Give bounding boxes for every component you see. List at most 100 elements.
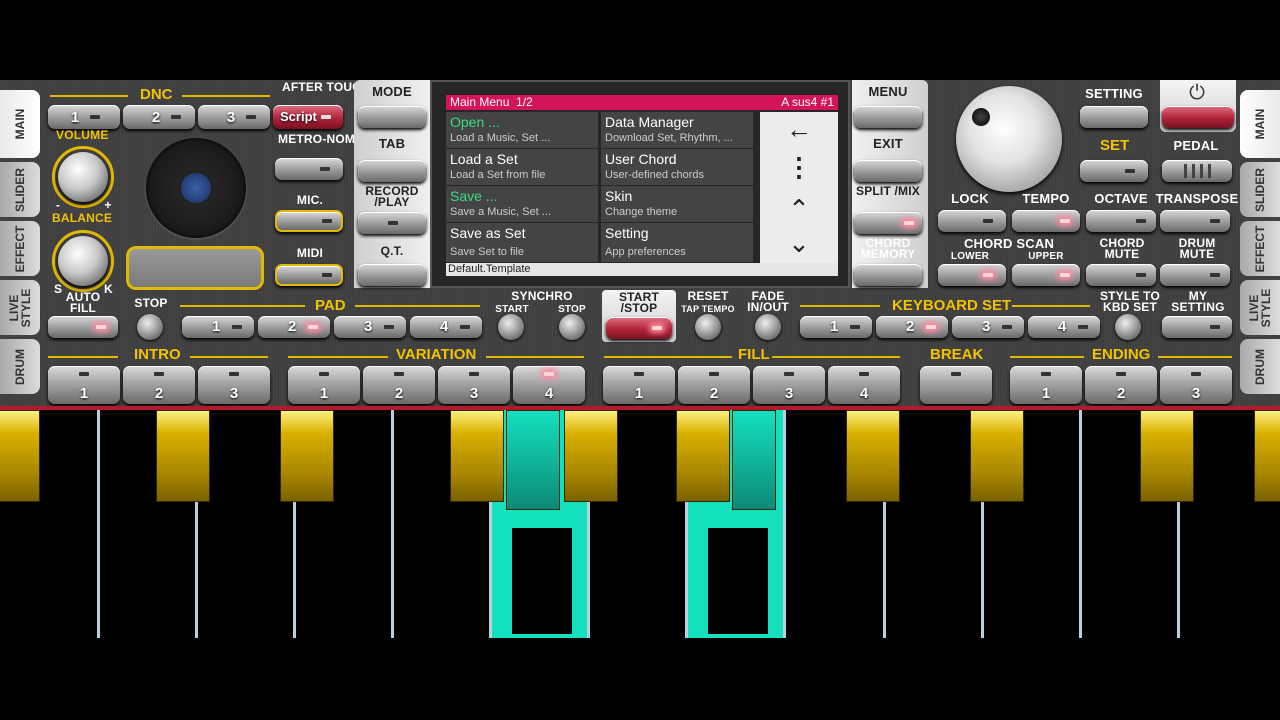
keyboard-set-button-4[interactable]: 4 xyxy=(1028,316,1100,338)
menu-item-setting[interactable]: Setting App preferences xyxy=(601,223,753,262)
variation-button-4[interactable]: 4 xyxy=(513,366,585,404)
script-button[interactable]: Script xyxy=(273,105,343,129)
record-play-button[interactable] xyxy=(358,212,426,234)
setting-button[interactable] xyxy=(1080,106,1148,128)
start-stop-button[interactable] xyxy=(606,317,672,339)
midi-button[interactable] xyxy=(275,264,343,286)
variation-button-3[interactable]: 3 xyxy=(438,366,510,404)
jog-wheel[interactable] xyxy=(146,138,246,238)
intro-button-2[interactable]: 2 xyxy=(123,366,195,404)
tempo-dial[interactable] xyxy=(956,86,1062,192)
tab-button[interactable] xyxy=(358,160,426,182)
volume-knob[interactable] xyxy=(58,152,108,202)
dnc-button-3[interactable]: 3 xyxy=(198,105,270,129)
side-tab-live-style-right[interactable]: LIVE STYLE xyxy=(1240,280,1280,335)
black-key[interactable] xyxy=(846,410,900,502)
chord-scan-lower-button[interactable] xyxy=(938,264,1006,286)
metronome-button[interactable] xyxy=(275,158,343,180)
menu-item-skin[interactable]: Skin Change theme xyxy=(601,186,753,222)
transpose-button[interactable] xyxy=(1160,210,1230,232)
black-key[interactable] xyxy=(1254,410,1280,502)
intro-button-3[interactable]: 3 xyxy=(198,366,270,404)
side-tab-slider-left[interactable]: SLIDER xyxy=(0,162,40,217)
black-key[interactable] xyxy=(450,410,504,502)
back-arrow-icon[interactable]: ← xyxy=(760,116,838,142)
pedal-button[interactable] xyxy=(1162,160,1232,182)
variation-button-2[interactable]: 2 xyxy=(363,366,435,404)
dnc-button-1[interactable]: 1 xyxy=(48,105,120,129)
ending-button-1[interactable]: 1 xyxy=(1010,366,1082,404)
side-tab-main-right[interactable]: MAIN xyxy=(1240,90,1280,158)
side-tab-slider-right[interactable]: SLIDER xyxy=(1240,162,1280,217)
mic-button[interactable] xyxy=(275,210,343,232)
balance-knob[interactable] xyxy=(58,236,108,286)
fill-button-1[interactable]: 1 xyxy=(603,366,675,404)
black-key[interactable] xyxy=(564,410,618,502)
mode-button[interactable] xyxy=(358,106,426,128)
indicator xyxy=(322,219,332,223)
side-tab-effect-left[interactable]: EFFECT xyxy=(0,221,40,276)
fill-button-4[interactable]: 4 xyxy=(828,366,900,404)
synchro-start-knob[interactable] xyxy=(498,314,524,340)
pad-stop-knob[interactable] xyxy=(137,314,163,340)
auto-fill-button[interactable] xyxy=(48,316,118,338)
lock-button[interactable] xyxy=(938,210,1006,232)
tab-label: TAB xyxy=(378,136,406,151)
set-button[interactable] xyxy=(1080,160,1148,182)
intro-button-1[interactable]: 1 xyxy=(48,366,120,404)
fade-knob[interactable] xyxy=(755,314,781,340)
octave-button[interactable] xyxy=(1086,210,1156,232)
black-key-pressed[interactable] xyxy=(506,410,560,510)
chord-scan-upper-button[interactable] xyxy=(1012,264,1080,286)
pad-button-3[interactable]: 3 xyxy=(334,316,406,338)
lcd-pad[interactable] xyxy=(126,246,264,290)
menu-item-user-chord[interactable]: User Chord User-defined chords xyxy=(601,149,753,185)
ending-button-3[interactable]: 3 xyxy=(1160,366,1232,404)
break-button[interactable] xyxy=(920,366,992,404)
synchro-stop-knob[interactable] xyxy=(559,314,585,340)
menu-item-save-as-set[interactable]: Save as Set Save Set to file xyxy=(446,223,598,262)
menu-item-load-set[interactable]: Load a Set Load a Set from file xyxy=(446,149,598,185)
black-key-pressed[interactable] xyxy=(732,410,776,510)
button-label: 4 xyxy=(1058,318,1067,335)
exit-button[interactable] xyxy=(854,160,922,182)
black-key[interactable] xyxy=(970,410,1024,502)
black-key[interactable] xyxy=(156,410,210,502)
side-tab-drum-right[interactable]: DRUM xyxy=(1240,339,1280,394)
power-button[interactable] xyxy=(1162,106,1234,128)
split-mix-button[interactable] xyxy=(854,212,922,234)
chord-memory-button[interactable] xyxy=(854,264,922,286)
black-key[interactable] xyxy=(676,410,730,502)
dnc-button-2[interactable]: 2 xyxy=(123,105,195,129)
keyboard-set-button-3[interactable]: 3 xyxy=(952,316,1024,338)
quantize-button[interactable] xyxy=(358,264,426,286)
chevron-up-icon[interactable]: ⌃ xyxy=(760,196,838,222)
keyboard-set-button-2[interactable]: 2 xyxy=(876,316,948,338)
my-setting-button[interactable] xyxy=(1162,316,1232,338)
menu-item-open[interactable]: Open ... Load a Music, Set ... xyxy=(446,112,598,148)
pad-button-2[interactable]: 2 xyxy=(258,316,330,338)
drum-mute-button[interactable] xyxy=(1160,264,1230,286)
tempo-button[interactable] xyxy=(1012,210,1080,232)
more-vert-icon[interactable]: ⋮ xyxy=(760,154,838,180)
pad-button-1[interactable]: 1 xyxy=(182,316,254,338)
menu-item-data-manager[interactable]: Data Manager Download Set, Rhythm, ... xyxy=(601,112,753,148)
menu-item-save[interactable]: Save ... Save a Music, Set ... xyxy=(446,186,598,222)
black-key[interactable] xyxy=(0,410,40,502)
side-tab-effect-right[interactable]: EFFECT xyxy=(1240,221,1280,276)
fill-button-3[interactable]: 3 xyxy=(753,366,825,404)
variation-button-1[interactable]: 1 xyxy=(288,366,360,404)
side-tab-drum-left[interactable]: DRUM xyxy=(0,339,40,394)
side-tab-live-style-left[interactable]: LIVE STYLE xyxy=(0,280,40,335)
reset-knob[interactable] xyxy=(695,314,721,340)
style-to-kbd-knob[interactable] xyxy=(1115,314,1141,340)
black-key[interactable] xyxy=(280,410,334,502)
chevron-down-icon[interactable]: ⌄ xyxy=(760,230,838,256)
black-key[interactable] xyxy=(1140,410,1194,502)
keyboard-set-button-1[interactable]: 1 xyxy=(800,316,872,338)
menu-button[interactable] xyxy=(854,106,922,128)
chord-mute-button[interactable] xyxy=(1086,264,1156,286)
ending-button-2[interactable]: 2 xyxy=(1085,366,1157,404)
pad-button-4[interactable]: 4 xyxy=(410,316,482,338)
fill-button-2[interactable]: 2 xyxy=(678,366,750,404)
